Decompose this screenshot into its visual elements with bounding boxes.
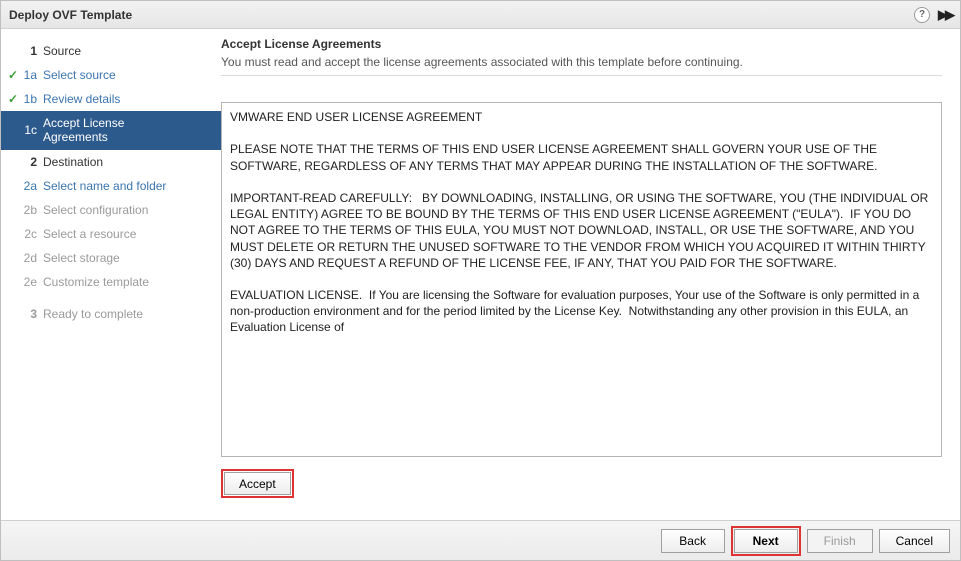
step-2d-select-storage: 2d Select storage <box>1 246 221 270</box>
step-2e-customize-template: 2e Customize template <box>1 270 221 294</box>
finish-button: Finish <box>807 529 873 553</box>
step-2a-select-name-folder[interactable]: 2a Select name and folder <box>1 174 221 198</box>
divider <box>221 75 942 76</box>
step-2-destination[interactable]: 2 Destination <box>1 150 221 174</box>
next-button[interactable]: Next <box>734 529 798 553</box>
page-heading: Accept License Agreements <box>221 37 942 55</box>
cancel-button[interactable]: Cancel <box>879 529 950 553</box>
step-1a-select-source[interactable]: ✓ 1a Select source <box>1 63 221 87</box>
step-2c-select-resource: 2c Select a resource <box>1 222 221 246</box>
expand-icon[interactable]: ▶▶ <box>938 7 952 23</box>
accept-highlight: Accept <box>221 469 294 498</box>
accept-button[interactable]: Accept <box>224 472 291 495</box>
wizard-footer: Back Next Finish Cancel <box>1 520 960 560</box>
title-text: Deploy OVF Template <box>9 8 914 22</box>
wizard-sidebar: 1 Source ✓ 1a Select source ✓ 1b Review … <box>1 29 221 520</box>
step-1-source[interactable]: 1 Source <box>1 39 221 63</box>
page-subheading: You must read and accept the license agr… <box>221 55 942 75</box>
step-2b-select-configuration: 2b Select configuration <box>1 198 221 222</box>
back-button[interactable]: Back <box>661 529 725 553</box>
step-3-ready-to-complete: 3 Ready to complete <box>1 302 221 326</box>
check-icon: ✓ <box>5 68 21 82</box>
title-bar: Deploy OVF Template ? ▶▶ <box>1 1 960 29</box>
check-icon: ✓ <box>5 92 21 106</box>
step-1c-accept-license[interactable]: 1c Accept LicenseAgreements <box>1 111 221 150</box>
step-1b-review-details[interactable]: ✓ 1b Review details <box>1 87 221 111</box>
eula-textarea[interactable]: VMWARE END USER LICENSE AGREEMENT PLEASE… <box>221 102 942 457</box>
help-icon[interactable]: ? <box>914 7 930 23</box>
next-highlight: Next <box>731 526 801 556</box>
